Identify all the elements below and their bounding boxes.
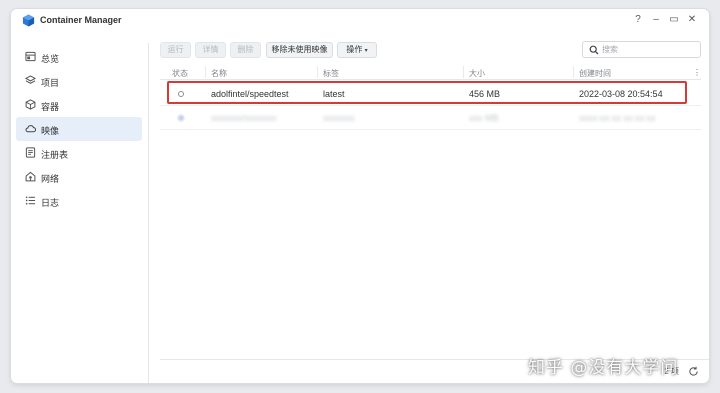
delete-button[interactable]: 删除 bbox=[230, 42, 261, 58]
remove-unused-images-button[interactable]: 移除未使用映像 bbox=[266, 42, 333, 58]
column-header-status[interactable]: 状态 bbox=[172, 68, 188, 79]
sidebar: 总览 项目 容器 映像 注册表 网络 日志 bbox=[11, 43, 149, 383]
sidebar-item-label: 日志 bbox=[41, 198, 60, 208]
registry-icon bbox=[25, 147, 36, 158]
column-divider bbox=[463, 66, 464, 78]
sidebar-item-log[interactable]: 日志 bbox=[16, 189, 142, 213]
column-divider bbox=[573, 66, 574, 78]
help-icon[interactable]: ? bbox=[632, 14, 644, 26]
close-icon[interactable]: ✕ bbox=[686, 14, 698, 26]
log-icon bbox=[25, 196, 36, 205]
cloud-icon bbox=[25, 125, 36, 133]
image-name: xxxxxxx/xxxxxxx bbox=[211, 113, 277, 123]
sidebar-item-label: 项目 bbox=[41, 78, 60, 88]
caret-down-icon: ▾ bbox=[364, 48, 368, 54]
image-created: xxxx-xx-xx xx:xx:xx bbox=[579, 113, 656, 123]
network-icon bbox=[25, 171, 36, 182]
sidebar-item-image[interactable]: 映像 bbox=[16, 117, 142, 141]
image-size: xxx MB bbox=[469, 113, 499, 123]
sidebar-item-project[interactable]: 项目 bbox=[16, 69, 142, 93]
search-input[interactable] bbox=[602, 43, 697, 56]
sidebar-item-label: 映像 bbox=[41, 126, 60, 136]
sidebar-item-network[interactable]: 网络 bbox=[16, 165, 142, 189]
app-window: Container Manager ? – ▭ ✕ 总览 项目 容器 映像 注册… bbox=[11, 9, 709, 383]
search-box bbox=[582, 41, 701, 58]
container-icon bbox=[25, 99, 36, 110]
column-header-tag[interactable]: 标签 bbox=[323, 68, 339, 79]
column-divider bbox=[317, 66, 318, 78]
sidebar-item-container[interactable]: 容器 bbox=[16, 93, 142, 117]
app-title: Container Manager bbox=[40, 15, 122, 25]
column-header-size[interactable]: 大小 bbox=[469, 68, 485, 79]
column-header-name[interactable]: 名称 bbox=[211, 68, 227, 79]
sidebar-item-label: 总览 bbox=[41, 54, 60, 64]
sidebar-item-registry[interactable]: 注册表 bbox=[16, 141, 142, 165]
sidebar-item-overview[interactable]: 总览 bbox=[16, 45, 142, 69]
column-divider bbox=[205, 66, 206, 78]
details-button[interactable]: 详情 bbox=[195, 42, 226, 58]
watermark: 知乎 @没有大学问 bbox=[528, 358, 679, 378]
actions-label: 操作 bbox=[346, 45, 363, 54]
highlight-annotation-box bbox=[167, 81, 687, 104]
column-options-icon[interactable]: ⋮ bbox=[693, 68, 701, 77]
image-table: 状态 名称 标签 大小 创建时间 ⋮ adolfintel/speedtest … bbox=[160, 64, 701, 359]
project-icon bbox=[25, 75, 36, 84]
actions-dropdown-button[interactable]: 操作 ▾ bbox=[337, 42, 377, 58]
table-row[interactable]: xxxxxxx/xxxxxxx xxxxxxx xxx MB xxxx-xx-x… bbox=[160, 106, 701, 130]
minimize-icon[interactable]: – bbox=[650, 14, 662, 26]
overview-icon bbox=[25, 51, 36, 62]
refresh-icon[interactable] bbox=[688, 366, 699, 377]
column-header-created[interactable]: 创建时间 bbox=[579, 68, 611, 79]
search-icon bbox=[589, 45, 599, 55]
status-indicator-icon bbox=[178, 115, 184, 121]
container-manager-logo-icon bbox=[22, 14, 35, 27]
sidebar-item-label: 注册表 bbox=[41, 150, 69, 160]
title-bar: Container Manager ? – ▭ ✕ bbox=[11, 9, 709, 31]
run-button[interactable]: 运行 bbox=[160, 42, 191, 58]
image-tag: xxxxxxx bbox=[323, 113, 355, 123]
sidebar-item-label: 容器 bbox=[41, 102, 60, 112]
maximize-icon[interactable]: ▭ bbox=[668, 14, 680, 26]
table-header: 状态 名称 标签 大小 创建时间 ⋮ bbox=[160, 64, 701, 80]
sidebar-item-label: 网络 bbox=[41, 174, 60, 184]
